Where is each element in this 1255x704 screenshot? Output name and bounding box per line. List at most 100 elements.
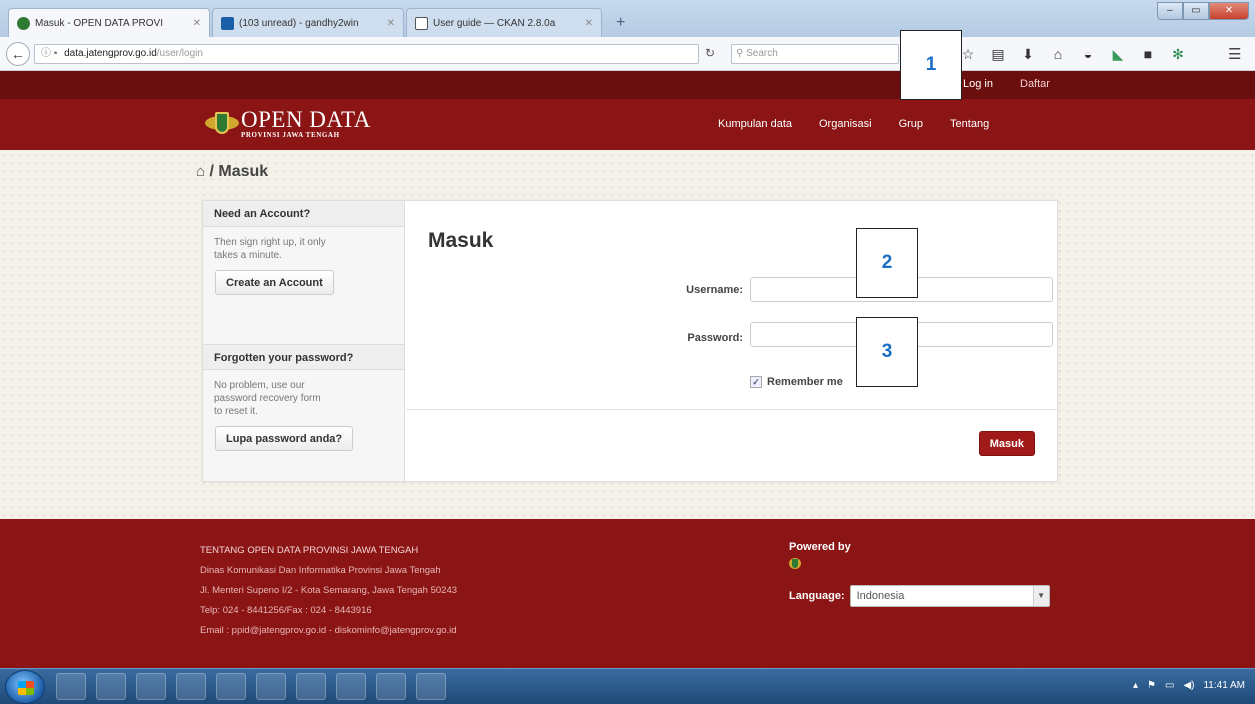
footer-agency: Dinas Komunikasi Dan Informatika Provins… <box>200 565 441 576</box>
breadcrumb-current: / Masuk <box>209 163 269 180</box>
taskbar-firefox-icon[interactable] <box>256 673 286 700</box>
login-sidebar: Need an Account? Then sign right up, it … <box>203 201 405 481</box>
username-label: Username: <box>686 284 743 296</box>
download-icon[interactable]: ⬇ <box>1020 46 1036 63</box>
remember-me-label: Remember me <box>767 376 843 388</box>
emblem-icon[interactable] <box>789 558 801 569</box>
taskbar-app-icon[interactable] <box>176 673 206 700</box>
site-favicon-icon <box>17 16 30 30</box>
tab-title: User guide — CKAN 2.8.0a <box>433 17 556 29</box>
account-bar: Log in Daftar <box>0 71 1255 99</box>
window-controls: – ▭ ✕ <box>1157 2 1249 20</box>
browser-tab-strip: Masuk - OPEN DATA PROVI ✕ (103 unread) -… <box>0 0 1255 37</box>
form-actions: Masuk <box>406 409 1057 481</box>
site-footer: TENTANG OPEN DATA PROVINSI JAWA TENGAH D… <box>0 519 1255 668</box>
taskbar-app-icon[interactable] <box>136 673 166 700</box>
tab-title: Masuk - OPEN DATA PROVI <box>35 17 163 29</box>
annotation-callout-1: 1 <box>900 30 962 100</box>
url-host: data.jatengprov.go.id <box>64 48 157 59</box>
taskbar-chrome-icon[interactable] <box>216 673 246 700</box>
login-submit-button[interactable]: Masuk <box>978 431 1035 456</box>
site-header: OPEN DATA PROVINSI JAWA TENGAH Kumpulan … <box>0 99 1255 150</box>
new-tab-button[interactable]: + <box>616 14 625 32</box>
chevron-down-icon: ▼ <box>1032 586 1049 606</box>
reset-password-button[interactable]: Lupa password anda? <box>215 426 354 451</box>
search-placeholder: Search <box>746 48 778 59</box>
footer-phone: Telp: 024 - 8441256/Fax : 024 - 8443916 <box>200 605 372 616</box>
minimize-button[interactable]: – <box>1157 2 1183 20</box>
clock[interactable]: 11:41 AM <box>1203 680 1245 691</box>
tab-open-data-login[interactable]: Masuk - OPEN DATA PROVI ✕ <box>8 8 210 37</box>
volume-icon[interactable]: ◀) <box>1183 680 1194 691</box>
close-window-button[interactable]: ✕ <box>1208 2 1249 20</box>
maximize-button[interactable]: ▭ <box>1182 2 1209 20</box>
register-link[interactable]: Daftar <box>1020 78 1050 90</box>
os-taskbar: ▴ ⚑ ▭ ◀) 11:41 AM <box>0 668 1255 704</box>
remember-me[interactable]: ✓ Remember me <box>750 376 843 388</box>
taskbar-app-icon[interactable] <box>296 673 326 700</box>
password-label: Password: <box>687 332 743 344</box>
site-info-icon[interactable]: ⓘ ▪ <box>41 48 57 59</box>
login-link[interactable]: Log in <box>963 78 993 90</box>
web-page: Log in Daftar OPEN DATA PROVINSI JAWA TE… <box>0 71 1255 668</box>
nav-about[interactable]: Tentang <box>950 118 989 130</box>
language-select[interactable]: Indonesia ▼ <box>849 585 1050 607</box>
home-icon[interactable]: ⌂ <box>1050 46 1066 63</box>
extension-icon[interactable]: ✻ <box>1170 46 1186 63</box>
address-bar[interactable]: ⓘ ▪ data.jatengprov.go.id/user/login <box>34 44 699 64</box>
form-title: Masuk <box>428 229 494 252</box>
star-icon[interactable]: ☆ <box>960 46 976 63</box>
network-icon[interactable]: ▭ <box>1165 680 1174 691</box>
flag-icon[interactable]: ⚑ <box>1147 680 1156 691</box>
taskbar-word-icon[interactable] <box>336 673 366 700</box>
nav-groups[interactable]: Grup <box>899 118 923 130</box>
pocket-icon[interactable]: ◒ <box>1080 46 1096 63</box>
tray-arrow-icon[interactable]: ▴ <box>1133 680 1138 691</box>
browser-search-input[interactable]: ⚲ Search <box>731 44 899 64</box>
home-icon[interactable]: ⌂ <box>196 163 205 180</box>
province-emblem-icon <box>205 110 239 138</box>
close-tab-icon[interactable]: ✕ <box>193 18 201 29</box>
tab-title: (103 unread) - gandhy2win <box>239 17 359 29</box>
url-path: /user/login <box>156 48 203 59</box>
browser-toolbar: ☆ ▤ ⬇ ⌂ ◒ ◣ ■ ✻ <box>960 46 1186 63</box>
search-icon: ⚲ <box>736 48 747 59</box>
need-account-heading: Need an Account? <box>203 201 404 227</box>
reload-icon[interactable]: ↻ <box>705 46 715 60</box>
tab-user-guide[interactable]: User guide — CKAN 2.8.0a ✕ <box>406 8 602 37</box>
hamburger-menu-icon[interactable]: ☰ <box>1228 45 1241 63</box>
close-tab-icon[interactable]: ✕ <box>585 18 593 29</box>
black-square-icon[interactable]: ■ <box>1140 46 1156 63</box>
logo-subtitle: PROVINSI JAWA TENGAH <box>241 131 340 139</box>
footer-address: Jl. Menteri Supeno I/2 - Kota Semarang, … <box>200 585 458 596</box>
nav-datasets[interactable]: Kumpulan data <box>718 118 792 130</box>
language-value: Indonesia <box>856 590 905 602</box>
reading-list-icon[interactable]: ▤ <box>990 46 1006 63</box>
language-label: Language: <box>789 590 845 602</box>
taskbar-folder-icon[interactable] <box>416 673 446 700</box>
start-button[interactable] <box>5 670 45 704</box>
taskbar-media-icon[interactable] <box>96 673 126 700</box>
remember-me-checkbox[interactable]: ✓ <box>750 376 762 388</box>
footer-powered-by: Powered by <box>789 541 851 569</box>
sync-icon[interactable]: ◣ <box>1110 46 1126 63</box>
tab-mail[interactable]: (103 unread) - gandhy2win ✕ <box>212 8 404 37</box>
forgot-password-section: Forgotten your password? No problem, use… <box>203 344 404 451</box>
nav-organizations[interactable]: Organisasi <box>819 118 872 130</box>
forgot-password-heading: Forgotten your password? <box>203 344 404 370</box>
footer-about-heading[interactable]: TENTANG OPEN DATA PROVINSI JAWA TENGAH <box>200 541 457 561</box>
taskbar-excel-icon[interactable] <box>376 673 406 700</box>
need-account-text: Then sign right up, it only takes a minu… <box>214 237 326 261</box>
annotation-callout-3: 3 <box>856 317 918 387</box>
logo-title: OPEN DATA <box>241 107 371 132</box>
taskbar-explorer-icon[interactable] <box>56 673 86 700</box>
annotation-callout-2: 2 <box>856 228 918 298</box>
back-arrow-icon[interactable]: ← <box>6 42 30 66</box>
system-tray: ▴ ⚑ ▭ ◀) 11:41 AM <box>1133 680 1245 691</box>
forgot-password-text: No problem, use our password recovery fo… <box>214 380 321 417</box>
create-account-button[interactable]: Create an Account <box>215 270 334 295</box>
footer-email: Email : ppid@jatengprov.go.id - diskomin… <box>200 625 457 636</box>
site-logo[interactable]: OPEN DATA PROVINSI JAWA TENGAH <box>205 108 371 139</box>
close-tab-icon[interactable]: ✕ <box>387 18 395 29</box>
document-favicon-icon <box>415 16 428 30</box>
